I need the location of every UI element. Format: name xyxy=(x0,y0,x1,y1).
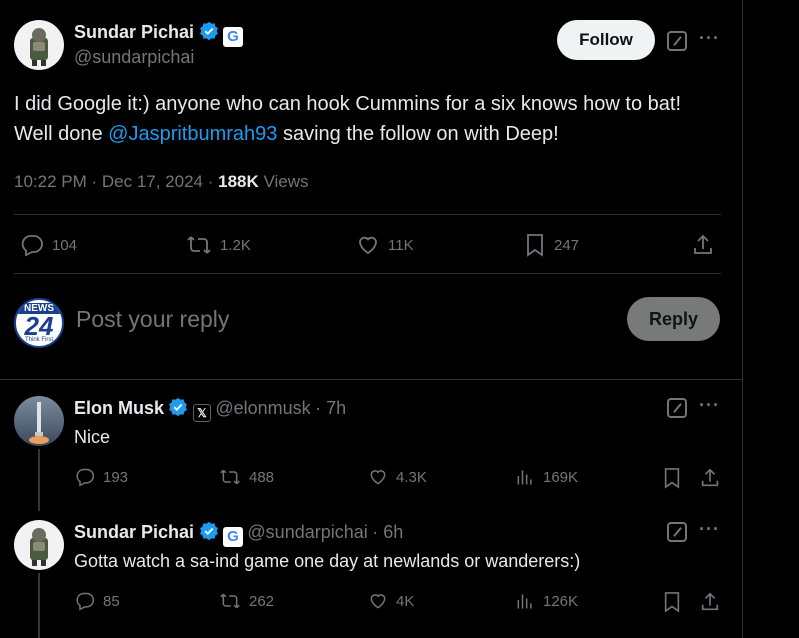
reply-time[interactable]: · 6h xyxy=(372,522,403,542)
share-action[interactable] xyxy=(699,591,721,613)
reply-author-line: Elon Musk 𝕏 @elonmusk · 7h xyxy=(74,397,346,422)
composer-avatar: NEWS 24 Think First xyxy=(14,298,64,348)
bookmark-action[interactable] xyxy=(662,591,682,613)
avatar[interactable] xyxy=(14,520,64,570)
author-line: Sundar Pichai G xyxy=(74,21,243,47)
author-name[interactable]: Elon Musk xyxy=(74,398,164,418)
reply-text: Nice xyxy=(74,427,111,447)
views-count: 169K xyxy=(543,468,579,486)
repost-icon xyxy=(187,236,211,254)
views-action[interactable]: 169K xyxy=(515,467,578,487)
reply-action[interactable]: 193 xyxy=(75,467,128,487)
repost-count: 488 xyxy=(249,468,275,486)
repost-action[interactable]: 262 xyxy=(219,591,274,611)
like-action[interactable]: 4K xyxy=(368,591,414,611)
post-text-part: saving the follow on with Deep! xyxy=(277,123,559,145)
like-action[interactable]: 11K xyxy=(356,233,414,257)
more-icon[interactable]: ··· xyxy=(699,519,720,540)
mention-link[interactable]: @Jaspritbumrah93 xyxy=(108,123,277,145)
bookmark-count: 247 xyxy=(554,236,580,254)
like-icon xyxy=(370,470,386,485)
reply-text: Gotta watch a sa-ind game one day at new… xyxy=(74,551,581,571)
views-icon xyxy=(517,594,532,609)
verified-icon xyxy=(199,521,218,541)
post-meta: 10:22 PM · Dec 17, 2024 · 188K Views xyxy=(14,172,309,192)
views-count: 188K xyxy=(218,172,259,191)
thread-line xyxy=(38,449,40,511)
x-badge-icon: 𝕏 xyxy=(192,404,211,422)
reply-button[interactable]: Reply xyxy=(627,297,720,341)
google-badge-icon: G xyxy=(222,27,243,47)
like-count: 4.3K xyxy=(396,468,427,486)
verified-icon xyxy=(199,21,218,41)
like-action[interactable]: 4.3K xyxy=(368,467,427,487)
repost-icon xyxy=(220,593,240,609)
views-count: 126K xyxy=(543,592,579,610)
like-count: 4K xyxy=(396,592,415,610)
post-detail-column: Sundar Pichai G @sundarpichai Follow ···… xyxy=(0,0,743,638)
share-action[interactable] xyxy=(699,467,721,489)
repost-action[interactable]: 1.2K xyxy=(186,233,251,257)
post-time[interactable]: 10:22 PM · Dec 17, 2024 · xyxy=(14,172,218,191)
repost-count: 1.2K xyxy=(220,236,251,254)
avatar[interactable] xyxy=(14,20,64,70)
divider xyxy=(14,214,721,215)
like-icon xyxy=(370,594,386,609)
repost-icon xyxy=(220,469,240,485)
reply-time[interactable]: · 7h xyxy=(315,398,346,418)
reply-count: 104 xyxy=(52,236,78,254)
avatar-text: Think First xyxy=(24,337,53,343)
reply-icon xyxy=(76,468,95,487)
reply-action[interactable]: 104 xyxy=(20,233,77,257)
grok-icon[interactable] xyxy=(667,522,687,542)
grok-icon[interactable] xyxy=(667,31,687,51)
follow-button[interactable]: Follow xyxy=(557,20,655,60)
share-icon xyxy=(701,592,719,611)
reply-icon xyxy=(76,592,95,611)
reply-count: 85 xyxy=(103,592,120,610)
like-icon xyxy=(359,236,377,255)
share-icon xyxy=(701,468,719,487)
repost-count: 262 xyxy=(249,592,275,610)
author-handle[interactable]: @sundarpichai xyxy=(247,522,367,542)
bookmark-action[interactable]: 247 xyxy=(524,233,579,257)
more-icon[interactable]: ··· xyxy=(699,28,720,49)
repost-action[interactable]: 488 xyxy=(219,467,274,487)
verified-icon xyxy=(169,397,188,417)
share-action[interactable] xyxy=(691,233,715,257)
author-handle[interactable]: @elonmusk xyxy=(215,398,310,418)
bookmark-icon xyxy=(664,592,680,613)
views-action[interactable]: 126K xyxy=(515,591,578,611)
post-text: I did Google it:) anyone who can hook Cu… xyxy=(14,89,719,149)
avatar[interactable] xyxy=(14,396,64,446)
bookmark-icon xyxy=(527,234,543,257)
like-count: 11K xyxy=(388,236,414,254)
thread-line xyxy=(38,573,40,638)
author-name[interactable]: Sundar Pichai xyxy=(74,522,194,542)
more-icon[interactable]: ··· xyxy=(699,395,720,416)
divider xyxy=(14,273,721,274)
reply-icon xyxy=(21,235,43,257)
views-label: Views xyxy=(258,172,309,191)
author-name[interactable]: Sundar Pichai xyxy=(74,22,194,42)
share-icon xyxy=(694,234,712,254)
google-badge-icon: G xyxy=(222,527,243,547)
reply-author-line: Sundar Pichai G @sundarpichai · 6h xyxy=(74,521,403,547)
author-handle[interactable]: @sundarpichai xyxy=(74,47,194,68)
reply-input[interactable]: Post your reply xyxy=(76,306,229,333)
views-icon xyxy=(517,470,532,485)
reply-action[interactable]: 85 xyxy=(75,591,120,611)
reply-count: 193 xyxy=(103,468,129,486)
divider xyxy=(0,379,743,380)
grok-icon[interactable] xyxy=(667,398,687,418)
bookmark-action[interactable] xyxy=(662,467,682,489)
bookmark-icon xyxy=(664,468,680,489)
